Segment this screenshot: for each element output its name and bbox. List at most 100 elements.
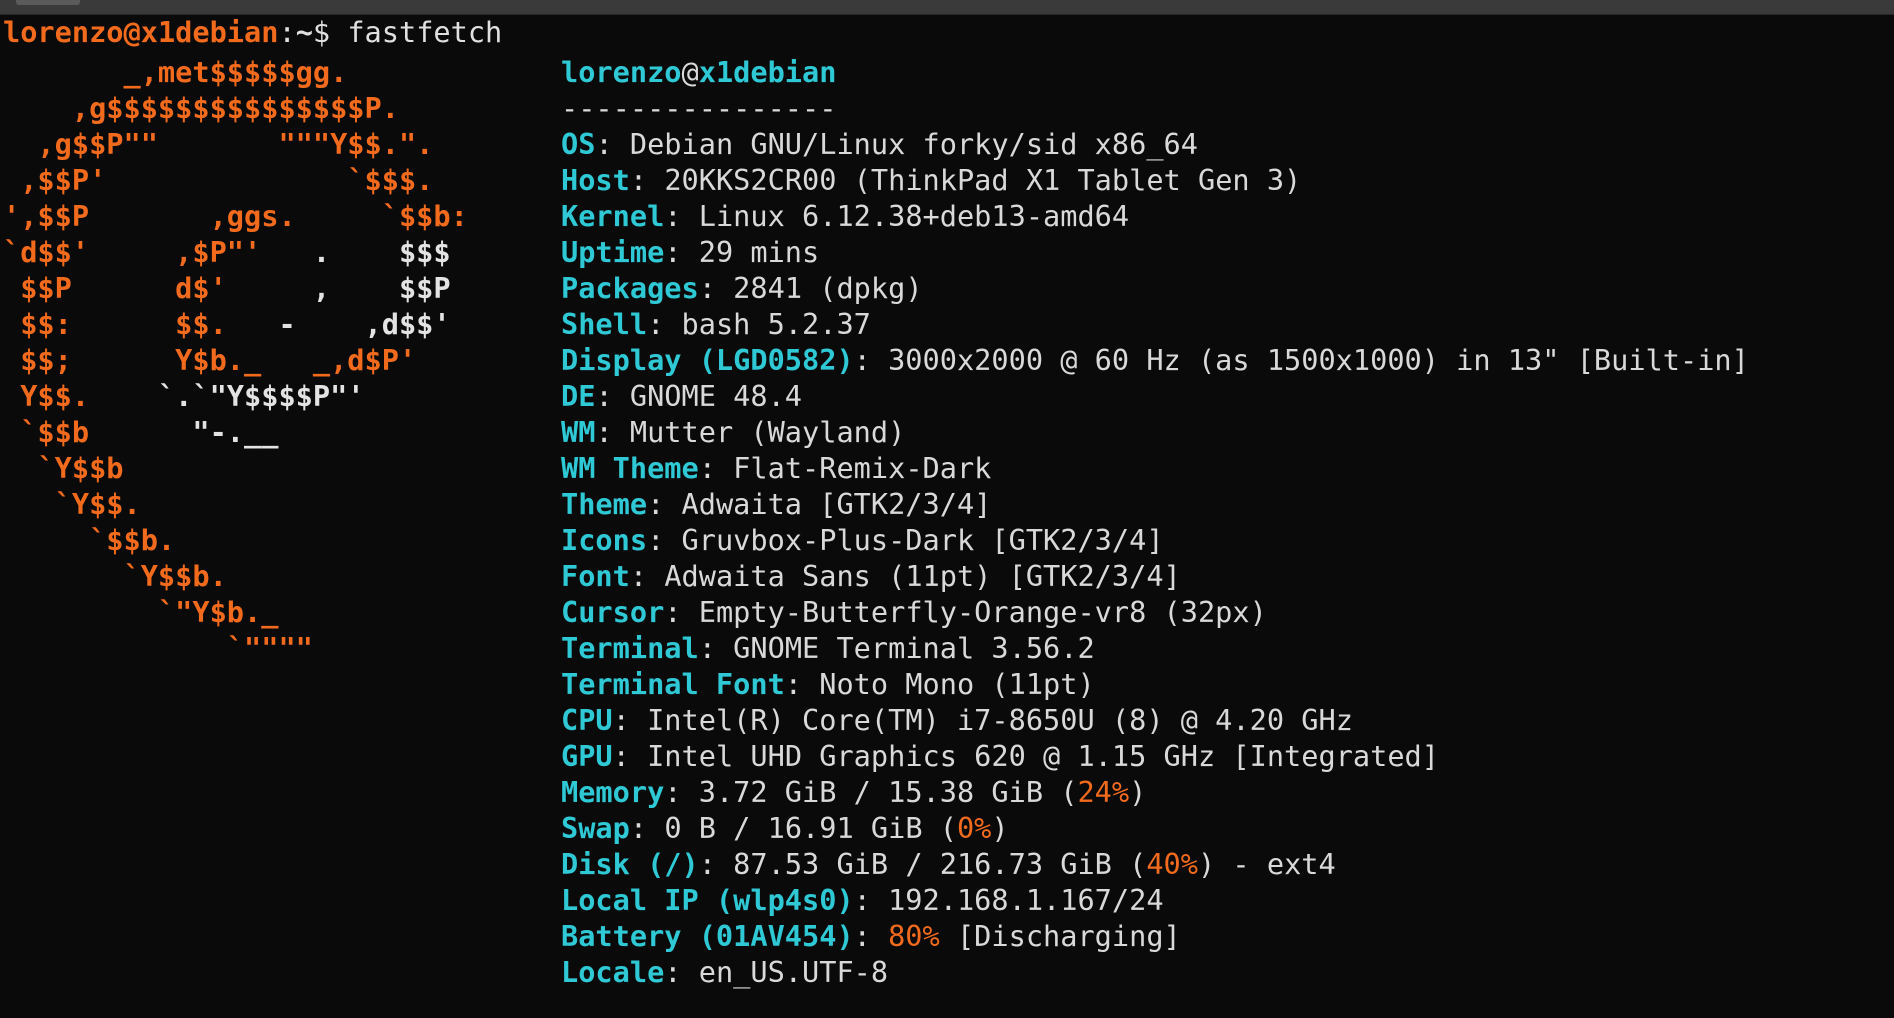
info-colon: : [698, 271, 734, 305]
titlebar-tab[interactable] [16, 0, 80, 5]
logo-line: `Y$$b [3, 450, 468, 486]
logo-line: ,$$P' `$$$. [3, 162, 468, 198]
window-titlebar[interactable] [0, 0, 1894, 15]
info-row: Packages: 2841 (dpkg) [561, 270, 1749, 306]
info-key: Swap [561, 811, 630, 845]
logo-segment: - ,d$$' [278, 307, 451, 341]
info-key: GPU [561, 739, 613, 773]
info-key: Memory [561, 775, 665, 809]
info-key: Battery (01AV454) [561, 919, 854, 953]
info-key: WM Theme [561, 451, 699, 485]
info-colon: : [853, 883, 889, 917]
info-colon: : [612, 739, 648, 773]
info-colon: : [595, 415, 630, 449]
logo-line: Y$$. `.`"Y$$$$P"' [3, 378, 468, 414]
info-colon: : [595, 379, 630, 413]
info-value: 192.168.1.167/24 [888, 883, 1164, 917]
logo-line: `"""" [3, 630, 468, 666]
logo-segment: `"Y$b._ [3, 595, 279, 629]
info-row: GPU: Intel UHD Graphics 620 @ 1.15 GHz [… [561, 738, 1749, 774]
info-row: WM Theme: Flat-Remix-Dark [561, 450, 1749, 486]
info-value: 20KKS2CR00 (ThinkPad X1 Tablet Gen 3) [664, 163, 1302, 197]
info-value: 3000x2000 @ 60 Hz (as 1500x1000) in 13" … [888, 343, 1749, 377]
info-rows: OS: Debian GNU/Linux forky/sid x86_64 Hos… [561, 126, 1749, 774]
info-row-battery: Battery (01AV454): 80% [Discharging] [561, 918, 1749, 954]
info-row-memory: Memory: 3.72 GiB / 15.38 GiB (24%) [561, 774, 1749, 810]
logo-segment: `$$b [3, 415, 193, 449]
logo-segment: "-.__ [192, 415, 279, 449]
info-title: lorenzo@x1debian [561, 54, 1749, 90]
logo-segment: ',$$P ,ggs. `$$b: [3, 199, 468, 233]
prompt-path: ~ [295, 15, 313, 49]
info-row: Terminal Font: Noto Mono (11pt) [561, 666, 1749, 702]
terminal-output[interactable]: lorenzo@x1debian:~$ fastfetch _,met$$$$$… [0, 14, 1894, 1018]
info-row: CPU: Intel(R) Core(TM) i7-8650U (8) @ 4.… [561, 702, 1749, 738]
prompt-colon: : [278, 15, 296, 49]
info-key: Font [561, 559, 630, 593]
info-value: Flat-Remix-Dark [733, 451, 992, 485]
info-value: 29 mins [698, 235, 820, 269]
info-percent: 24% [1077, 775, 1130, 809]
info-colon: : [664, 955, 699, 989]
terminal-window: lorenzo@x1debian:~$ fastfetch _,met$$$$$… [0, 0, 1894, 1018]
info-key: Locale [561, 955, 665, 989]
logo-segment: Y$$. [3, 379, 158, 413]
info-value: Intel UHD Graphics 620 @ 1.15 GHz [Integ… [647, 739, 1439, 773]
info-colon: : [629, 559, 665, 593]
info-row: Terminal: GNOME Terminal 3.56.2 [561, 630, 1749, 666]
info-row: Icons: Gruvbox-Plus-Dark [GTK2/3/4] [561, 522, 1749, 558]
logo-segment: $$P d$' [3, 271, 313, 305]
info-value: Debian GNU/Linux forky/sid x86_64 [629, 127, 1198, 161]
logo-segment: ,g$$$$$$$$$$$$$$$P. [3, 91, 399, 125]
logo-segment: . $$$ [312, 235, 451, 269]
info-value: Gruvbox-Plus-Dark [GTK2/3/4] [681, 523, 1164, 557]
info-colon: : [853, 343, 889, 377]
logo-segment: `"""" [3, 631, 313, 665]
info-key: Local IP (wlp4s0) [561, 883, 854, 917]
info-value: 0 B / 16.91 GiB ( [664, 811, 957, 845]
info-colon: : [698, 631, 734, 665]
logo-line: `d$$' ,$P"' . $$$ [3, 234, 468, 270]
info-row: Font: Adwaita Sans (11pt) [GTK2/3/4] [561, 558, 1749, 594]
logo-line: `"Y$b._ [3, 594, 468, 630]
info-colon: : [853, 919, 889, 953]
debian-ascii-logo: _,met$$$$$gg. ,g$$$$$$$$$$$$$$$P. ,g$$P"… [3, 54, 468, 666]
logo-line: $$: $$. - ,d$$' [3, 306, 468, 342]
logo-line: `Y$$. [3, 486, 468, 522]
logo-line: $$; Y$b._ _,d$P' [3, 342, 468, 378]
info-row-disk: Disk (/): 87.53 GiB / 216.73 GiB (40%) -… [561, 846, 1749, 882]
info-value: en_US.UTF-8 [698, 955, 889, 989]
prompt-dollar: $ [312, 15, 331, 49]
logo-line: `Y$$b. [3, 558, 468, 594]
logo-segment: , $$P [312, 271, 451, 305]
info-at: @ [681, 55, 699, 89]
info-key: Host [561, 163, 630, 197]
info-user: lorenzo [561, 55, 682, 89]
info-key: OS [561, 127, 596, 161]
info-percent: 80% [888, 919, 940, 953]
info-value-suffix: ) [991, 811, 1009, 845]
logo-segment: $$: $$. [3, 307, 279, 341]
info-key: Uptime [561, 235, 665, 269]
info-row: Kernel: Linux 6.12.38+deb13-amd64 [561, 198, 1749, 234]
info-value: GNOME Terminal 3.56.2 [733, 631, 1095, 665]
info-key: Terminal Font [561, 667, 785, 701]
info-colon: : [595, 127, 630, 161]
info-separator: ---------------- [561, 91, 837, 125]
logo-segment: ,g$$P"" """Y$$.". [3, 127, 434, 161]
info-row-localip: Local IP (wlp4s0): 192.168.1.167/24 [561, 882, 1749, 918]
info-colon: : [784, 667, 820, 701]
info-value: Noto Mono (11pt) [819, 667, 1095, 701]
info-key: Packages [561, 271, 699, 305]
info-colon: : [647, 307, 682, 341]
info-key: Terminal [561, 631, 699, 665]
info-colon: : [629, 163, 665, 197]
logo-segment: `$$b. [3, 523, 176, 557]
info-value: GNOME 48.4 [629, 379, 803, 413]
prompt-user: lorenzo [3, 15, 124, 49]
info-key: Display (LGD0582) [561, 343, 854, 377]
info-colon: : [698, 451, 734, 485]
info-row: DE: GNOME 48.4 [561, 378, 1749, 414]
info-key: WM [561, 415, 596, 449]
info-value: Empty-Butterfly-Orange-vr8 (32px) [698, 595, 1267, 629]
